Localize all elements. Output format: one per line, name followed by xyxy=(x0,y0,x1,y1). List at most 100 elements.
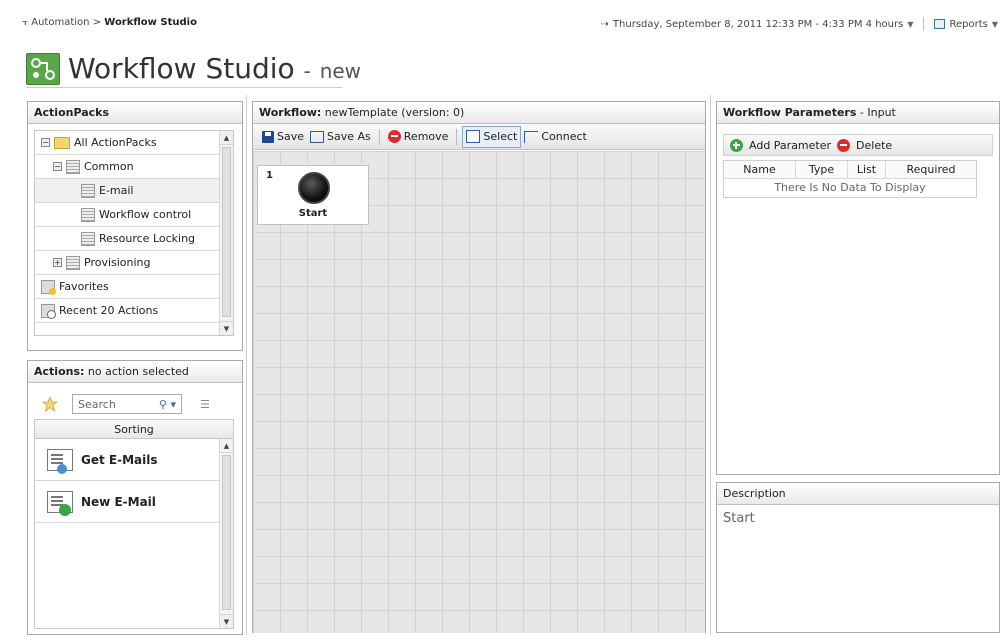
scroll-down-icon[interactable]: ▼ xyxy=(220,321,233,335)
tree-item-email[interactable]: E-mail xyxy=(35,179,233,203)
collapse-icon[interactable]: − xyxy=(53,162,62,171)
actions-title: Actions: xyxy=(34,365,85,378)
tree-item-all-actionpacks[interactable]: − All ActionPacks xyxy=(35,131,233,155)
toolbar-separator xyxy=(456,128,458,145)
divider xyxy=(923,17,925,31)
workflow-title: Workflow: xyxy=(259,106,322,119)
delete-icon xyxy=(837,138,851,152)
time-range-selector[interactable]: ⇢ Thursday, September 8, 2011 12:33 PM -… xyxy=(601,17,998,31)
scroll-thumb[interactable] xyxy=(222,147,231,317)
tree-scrollbar[interactable]: ▲ ▼ xyxy=(219,131,233,335)
tree-item-label: Favorites xyxy=(59,280,109,293)
actionpack-icon xyxy=(81,183,95,198)
new-email-icon xyxy=(47,490,73,516)
chevron-down-icon[interactable]: ▼ xyxy=(992,20,998,29)
tree-item-resource-locking[interactable]: Resource Locking xyxy=(35,227,233,251)
description-panel: Description Start xyxy=(716,482,1000,633)
search-input[interactable]: Search ⚲ ▾ xyxy=(72,394,182,414)
tree-item-label: Workflow control xyxy=(99,208,192,221)
time-arrow-icon: ⇢ xyxy=(600,18,609,30)
parameters-header: Workflow Parameters - Input xyxy=(717,102,999,124)
select-label: Select xyxy=(483,130,518,143)
time-range-text[interactable]: Thursday, September 8, 2011 12:33 PM - 4… xyxy=(613,19,903,30)
action-item-get-emails[interactable]: Get E-Mails xyxy=(35,439,221,481)
select-button[interactable]: Select xyxy=(462,125,522,148)
top-bar: ⫟ Automation > Workflow Studio ⇢ Thursda… xyxy=(0,0,1008,40)
title-divider xyxy=(26,87,342,88)
actionpack-icon xyxy=(66,255,80,270)
column-header-name[interactable]: Name xyxy=(724,161,796,178)
actions-scrollbar[interactable]: ▲ ▼ xyxy=(219,439,233,628)
reports-menu[interactable]: Reports xyxy=(949,19,987,30)
workflow-node-start[interactable]: 1 Start xyxy=(257,165,369,225)
page-title-text: Workflow Studio xyxy=(68,52,295,85)
column-header-type[interactable]: Type xyxy=(796,161,848,178)
favorites-icon xyxy=(41,279,56,295)
save-as-label: Save As xyxy=(327,130,371,143)
collapse-icon[interactable]: − xyxy=(41,138,50,147)
column-header-required[interactable]: Required xyxy=(886,161,976,178)
parameters-table-header: Name Type List Required xyxy=(724,161,976,179)
workflow-studio-icon xyxy=(26,52,60,85)
tree-item-recent-actions[interactable]: Recent 20 Actions xyxy=(35,299,233,323)
action-item-new-email[interactable]: New E-Mail xyxy=(35,481,221,523)
parameters-title: Workflow Parameters xyxy=(723,106,857,119)
node-number: 1 xyxy=(266,170,273,181)
scroll-up-icon[interactable]: ▲ xyxy=(220,439,233,453)
search-icon[interactable]: ⚲ ▾ xyxy=(159,398,176,411)
scroll-up-icon[interactable]: ▲ xyxy=(220,131,233,145)
column-divider xyxy=(710,95,711,635)
tree-item-provisioning[interactable]: + Provisioning xyxy=(35,251,233,275)
save-as-button[interactable]: Save As xyxy=(307,126,374,148)
add-favorite-icon[interactable] xyxy=(41,395,59,413)
scroll-thumb[interactable] xyxy=(222,455,231,610)
reports-icon xyxy=(934,19,946,29)
description-text[interactable]: Start xyxy=(723,511,755,526)
tree-item-label: Provisioning xyxy=(84,256,151,269)
breadcrumb: ⫟ Automation > Workflow Studio xyxy=(22,17,197,28)
remove-icon xyxy=(387,130,401,143)
breadcrumb-parent[interactable]: Automation xyxy=(31,17,89,28)
connect-button[interactable]: Connect xyxy=(521,126,589,148)
connect-icon xyxy=(524,130,539,143)
connect-label: Connect xyxy=(541,130,587,143)
save-button[interactable]: Save xyxy=(259,126,307,148)
delete-parameter-button[interactable]: Delete xyxy=(856,139,892,152)
workflow-canvas[interactable]: 1 Start xyxy=(253,151,705,633)
column-header-list[interactable]: List xyxy=(848,161,886,178)
remove-button[interactable]: Remove xyxy=(385,126,452,148)
breadcrumb-separator: > xyxy=(92,17,102,28)
breadcrumb-current: Workflow Studio xyxy=(104,17,197,28)
save-as-icon xyxy=(310,130,325,143)
actionpacks-tree: − All ActionPacks − Common E-mail Workfl… xyxy=(34,130,234,336)
action-item-label: Get E-Mails xyxy=(81,452,158,467)
add-parameter-button[interactable]: Add Parameter xyxy=(749,139,831,152)
scroll-down-icon[interactable]: ▼ xyxy=(220,614,233,628)
description-title: Description xyxy=(723,487,786,500)
page-header: Workflow Studio - new xyxy=(26,52,361,85)
tree-item-label: All ActionPacks xyxy=(74,136,157,149)
page-title-dash: - xyxy=(303,59,311,83)
add-icon xyxy=(730,138,743,152)
workflow-toolbar: Save Save As Remove Select Connect xyxy=(253,124,705,150)
tree-item-label: Common xyxy=(84,160,134,173)
page-subtitle: new xyxy=(319,59,362,83)
toolbar-separator xyxy=(378,128,380,145)
action-item-label: New E-Mail xyxy=(81,494,156,509)
list-options-icon[interactable]: ☰ xyxy=(200,398,210,411)
select-icon xyxy=(466,130,481,143)
chevron-down-icon[interactable]: ▼ xyxy=(907,20,913,29)
actionpack-icon xyxy=(81,231,95,246)
actions-header: Actions: no action selected xyxy=(28,361,242,383)
tree-item-favorites[interactable]: Favorites xyxy=(35,275,233,299)
actions-status: no action selected xyxy=(84,365,189,378)
actionpacks-title: ActionPacks xyxy=(34,106,110,119)
recent-icon xyxy=(41,303,56,319)
expand-icon[interactable]: + xyxy=(53,258,62,267)
sorting-header[interactable]: Sorting xyxy=(34,419,234,439)
tree-item-workflow-control[interactable]: Workflow control xyxy=(35,203,233,227)
workflow-header: Workflow: newTemplate (version: 0) xyxy=(253,102,705,124)
tree-item-common[interactable]: − Common xyxy=(35,155,233,179)
description-header: Description xyxy=(717,483,999,505)
empty-table-message: There Is No Data To Display xyxy=(774,181,926,194)
